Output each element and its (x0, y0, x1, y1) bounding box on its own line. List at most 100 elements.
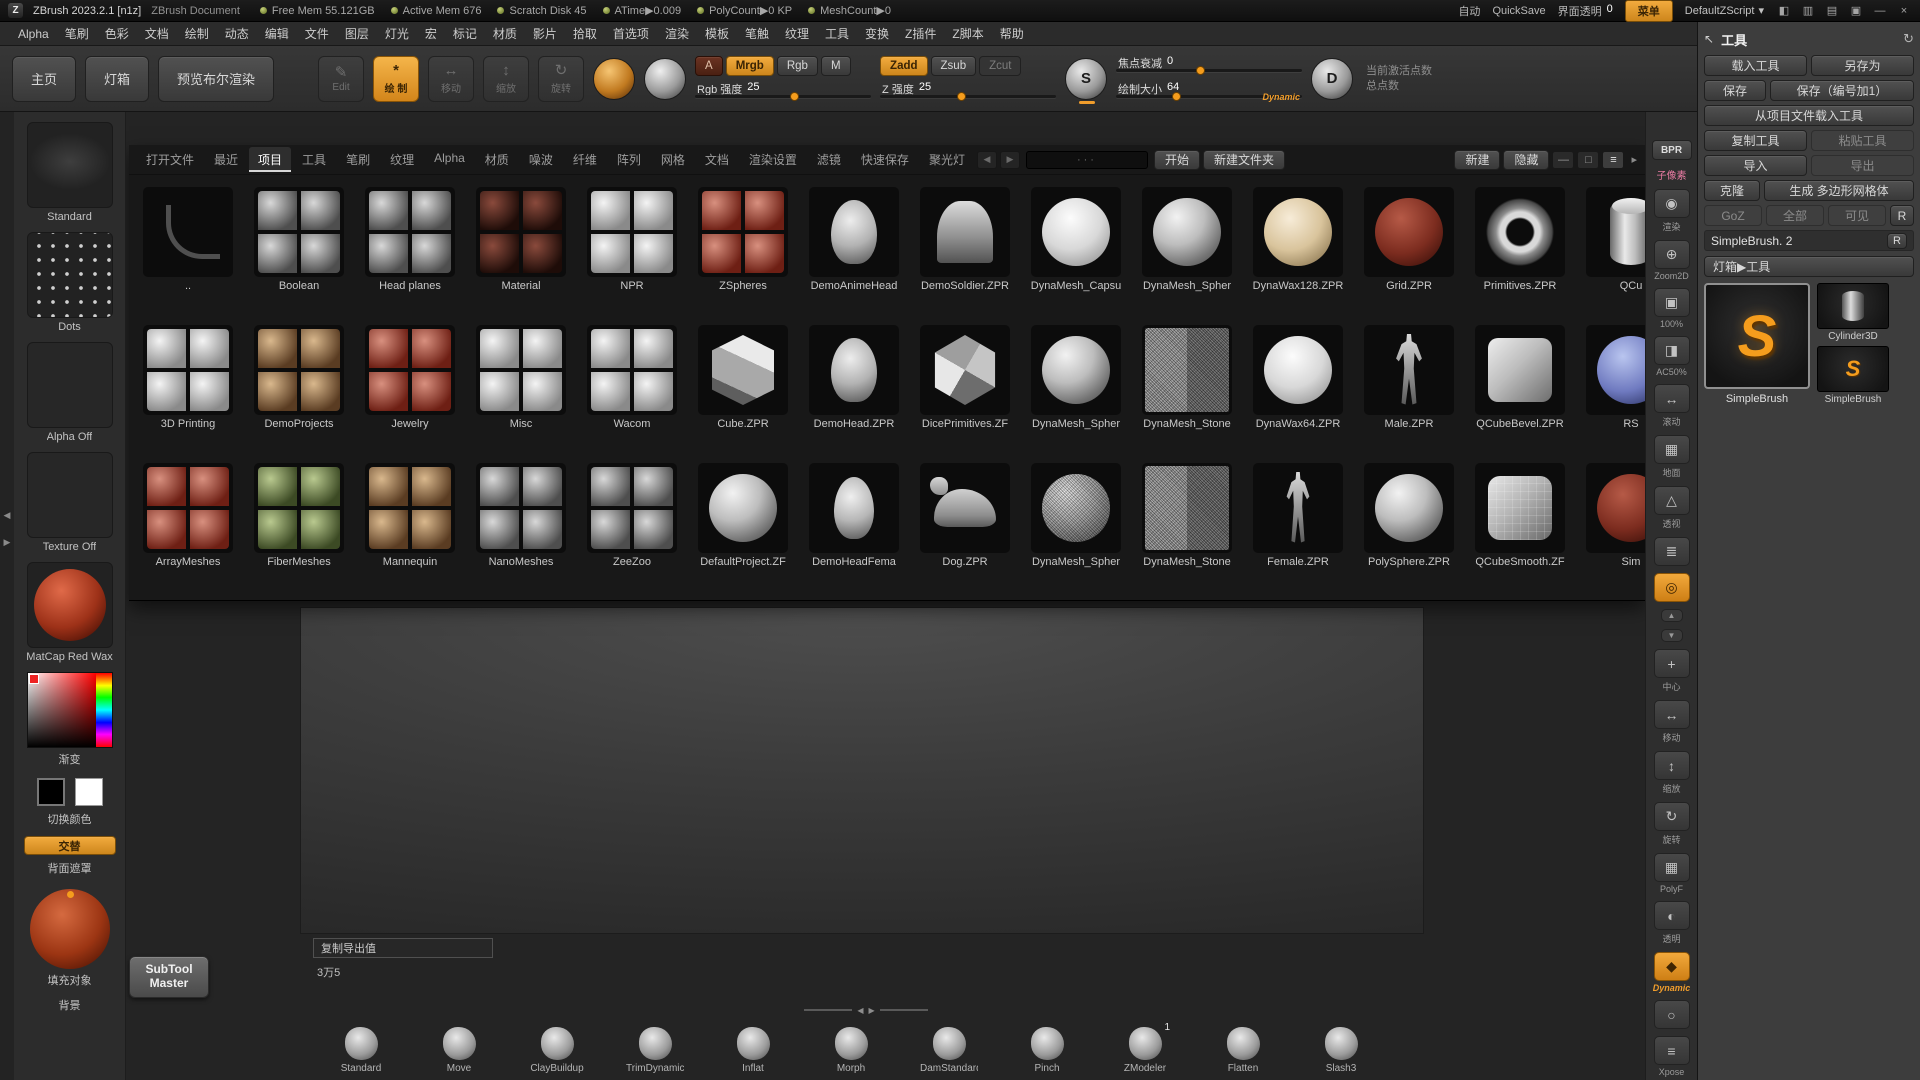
lightbox-item[interactable]: RS (1579, 325, 1645, 451)
lightbox-item[interactable]: DynaMesh_Spher (1024, 325, 1128, 451)
new-folder-button[interactable]: 新建文件夹 (1202, 149, 1285, 170)
menu-item[interactable]: 拾取 (565, 22, 605, 45)
a-mode-button[interactable]: A (695, 55, 723, 76)
brush-item[interactable]: Pinch (1018, 1027, 1076, 1074)
lightbox-item[interactable]: Sim (1579, 463, 1645, 589)
lightbox-item[interactable]: DicePrimitives.ZF (913, 325, 1017, 451)
lightbox-item[interactable]: DemoAnimeHead (802, 187, 906, 313)
main-color-swatch[interactable] (36, 778, 65, 806)
menu-item[interactable]: 绘制 (177, 22, 217, 45)
lightbox-item[interactable]: Wacom (580, 325, 684, 451)
dock-scroll-right-icon[interactable]: ▶ (4, 537, 11, 548)
menu-item[interactable]: Z脚本 (944, 22, 991, 45)
divider-right-icon[interactable]: ▶ (869, 1006, 875, 1015)
lightbox-tab[interactable]: 网格 (652, 147, 694, 172)
lightbox-tab[interactable]: 笔刷 (337, 147, 379, 172)
menu-item[interactable]: 文件 (297, 22, 337, 45)
dynamic-d-button[interactable]: D (1311, 57, 1354, 100)
recent-tool-cylinder[interactable] (1817, 283, 1889, 329)
lightbox-tab[interactable]: Alpha (425, 147, 474, 172)
goz-all-button[interactable]: 全部 (1766, 205, 1824, 226)
edit-object-button[interactable]: ✎ Edit (318, 55, 365, 102)
lightbox-item[interactable]: Material (469, 187, 573, 313)
m-button[interactable]: M (820, 55, 851, 76)
rotate-button[interactable]: ↻ 旋转 (538, 55, 585, 102)
lightbox-tab[interactable]: 阵列 (608, 147, 650, 172)
menu-item[interactable]: 影片 (525, 22, 565, 45)
start-button[interactable]: 开始 (1153, 149, 1200, 170)
brush-item[interactable]: Flatten (1214, 1027, 1272, 1074)
canvas-divider[interactable]: ◀ ▶ (804, 1005, 928, 1015)
lightbox-item[interactable]: .. (136, 187, 240, 313)
lightbox-tab[interactable]: 纤维 (564, 147, 606, 172)
brush-item[interactable]: Move (430, 1027, 488, 1074)
lightbox-item[interactable]: Grid.ZPR (1357, 187, 1461, 313)
layout-columns-icon[interactable]: ▥ (1800, 4, 1816, 18)
make-polymesh-button[interactable]: 生成 多边形网格体 (1764, 180, 1914, 201)
menu-item[interactable]: 动态 (217, 22, 257, 45)
import-button[interactable]: 导入 (1704, 155, 1807, 176)
menu-item[interactable]: 图层 (337, 22, 377, 45)
dynamic-mode-button[interactable]: ◆ Dynamic (1653, 952, 1690, 993)
lightbox-item[interactable]: DynaMesh_Stone (1135, 325, 1239, 451)
home-button[interactable]: 主页 (12, 55, 77, 102)
lightbox-item[interactable]: DemoSoldier.ZPR (913, 187, 1017, 313)
draw-button[interactable]: * 绘 制 (373, 55, 420, 102)
z-intensity-slider[interactable]: Z 强度 25 (880, 81, 1057, 102)
close-icon[interactable]: × (1896, 4, 1912, 18)
lightbox-tab[interactable]: 渲染设置 (740, 147, 806, 172)
slider-handle[interactable] (957, 91, 967, 101)
zoom2d-button[interactable]: ⊕ Zoom2D (1653, 240, 1690, 281)
lightbox-tab[interactable]: 纹理 (381, 147, 423, 172)
save-button[interactable]: 保存 (1704, 80, 1766, 101)
polyframe-button[interactable]: ▦ PolyF (1653, 853, 1690, 894)
lightbox-item[interactable]: QCu (1579, 187, 1645, 313)
path-field[interactable]: ··· (1025, 150, 1148, 169)
view-thumbnails-button[interactable]: □ (1577, 150, 1600, 169)
background-button[interactable]: 背景 (59, 997, 81, 1013)
paste-tool-button[interactable]: 粘贴工具 (1811, 130, 1914, 151)
current-brush-thumbnail[interactable] (26, 122, 113, 208)
lightbox-item[interactable]: Head planes (358, 187, 462, 313)
menu-item[interactable]: 标记 (445, 22, 485, 45)
layout-rows-icon[interactable]: ▤ (1824, 4, 1840, 18)
menu-item[interactable]: 模板 (697, 22, 737, 45)
menus-toggle-button[interactable]: 菜单 (1624, 0, 1673, 22)
load-tool-button[interactable]: 载入工具 (1704, 55, 1807, 76)
material-picker-button[interactable] (593, 57, 636, 100)
copy-tool-button[interactable]: 复制工具 (1704, 130, 1807, 151)
menu-item[interactable]: 笔刷 (57, 22, 97, 45)
dock-left-icon[interactable]: ◧ (1776, 4, 1792, 18)
lightbox-item[interactable]: NPR (580, 187, 684, 313)
menu-item[interactable]: 灯光 (377, 22, 417, 45)
menu-item[interactable]: 渲染 (657, 22, 697, 45)
menu-item[interactable]: 帮助 (992, 22, 1032, 45)
gradient-label[interactable]: 渐变 (59, 751, 81, 767)
lightbox-tab[interactable]: 项目 (249, 147, 292, 172)
rgb-intensity-slider[interactable]: Rgb 强度 25 (695, 81, 872, 102)
menu-item[interactable]: 宏 (417, 22, 445, 45)
lightbox-item[interactable]: Boolean (247, 187, 351, 313)
lightbox-item[interactable]: ArrayMeshes (136, 463, 240, 589)
lightbox-item[interactable]: DemoProjects (247, 325, 351, 451)
zsub-button[interactable]: Zsub (930, 55, 977, 76)
lightbox-tab[interactable]: 工具 (293, 147, 335, 172)
scale-tool-button[interactable]: ↕ 缩放 (1653, 751, 1690, 795)
lightbox-item[interactable]: Female.ZPR (1246, 463, 1350, 589)
frame-center-button[interactable]: + 中心 (1653, 649, 1690, 693)
scroll-down-button[interactable]: ▼ (1660, 629, 1683, 642)
switch-color-button[interactable]: 切换颜色 (48, 811, 92, 827)
menu-item[interactable]: 变换 (857, 22, 897, 45)
color-picker[interactable] (26, 672, 113, 748)
lightbox-item[interactable]: PolySphere.ZPR (1357, 463, 1461, 589)
lightbox-item[interactable]: DefaultProject.ZF (691, 463, 795, 589)
ui-transparency-slider[interactable]: 界面透明 0 (1558, 3, 1613, 19)
lightbox-tab[interactable]: 打开文件 (137, 147, 203, 172)
ghost-button[interactable]: ○ (1653, 1000, 1690, 1029)
brush-item[interactable]: DamStandard (920, 1027, 978, 1074)
document-canvas[interactable] (300, 607, 1424, 934)
hue-strip[interactable] (95, 673, 112, 747)
lightbox-item[interactable]: DynaWax64.ZPR (1246, 325, 1350, 451)
load-from-project-button[interactable]: 从项目文件载入工具 (1704, 105, 1914, 126)
saturation-square[interactable] (27, 673, 96, 747)
